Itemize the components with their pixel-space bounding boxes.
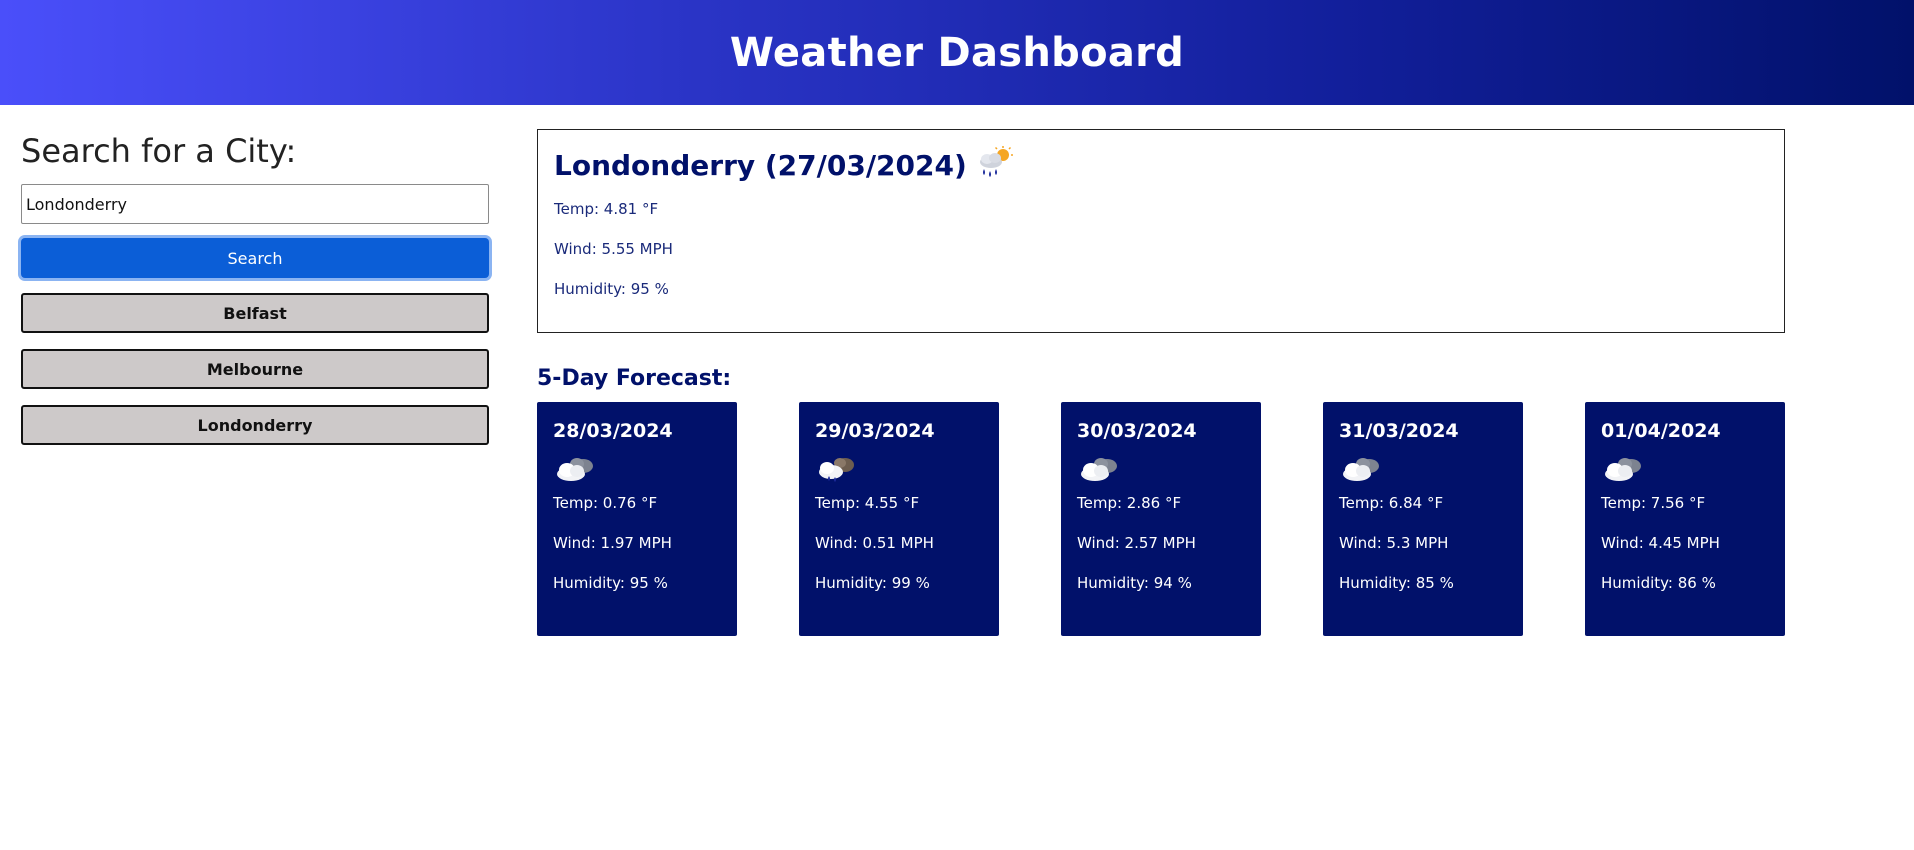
cloudy-icon [1601, 454, 1769, 488]
forecast-card: 01/04/2024 Temp: 7.56 °F Wind: 4.45 MPH … [1585, 402, 1785, 636]
forecast-wind: Wind: 2.57 MPH [1077, 534, 1196, 552]
current-temp: Temp: 4.81 °F [554, 200, 659, 218]
forecast-date: 29/03/2024 [815, 420, 935, 442]
forecast-humidity: Humidity: 99 % [815, 574, 930, 592]
forecast-date: 01/04/2024 [1601, 420, 1721, 442]
forecast-temp: Temp: 2.86 °F [1077, 494, 1182, 512]
forecast-wind: Wind: 5.3 MPH [1339, 534, 1449, 552]
search-history-list: Belfast Melbourne Londonderry [21, 293, 489, 445]
forecast-temp: Temp: 6.84 °F [1339, 494, 1444, 512]
page-title: Weather Dashboard [729, 29, 1185, 76]
forecast-humidity: Humidity: 95 % [553, 574, 668, 592]
cloudy-icon [1077, 454, 1245, 488]
history-button-melbourne[interactable]: Melbourne [21, 349, 489, 389]
history-button-belfast[interactable]: Belfast [21, 293, 489, 333]
cloudy-icon [553, 454, 721, 488]
forecast-date: 28/03/2024 [553, 420, 673, 442]
city-search-input[interactable] [21, 184, 489, 224]
forecast-card: 29/03/2024 Temp: 4.55 °F Wind: 0.51 MPH … [799, 402, 999, 636]
search-button[interactable]: Search [21, 238, 489, 278]
forecast-wind: Wind: 0.51 MPH [815, 534, 934, 552]
forecast-temp: Temp: 7.56 °F [1601, 494, 1706, 512]
search-heading: Search for a City: [21, 132, 297, 170]
current-weather-header: Londonderry (27/03/2024) [554, 145, 1768, 186]
forecast-list: 28/03/2024 Temp: 0.76 °F Wind: 1.97 MPH … [537, 402, 1785, 636]
forecast-card: 28/03/2024 Temp: 0.76 °F Wind: 1.97 MPH … [537, 402, 737, 636]
current-weather-panel: Londonderry (27/03/2024) Temp: 4.81 °F W… [537, 129, 1785, 333]
cloudy-icon [1339, 454, 1507, 488]
rain-cloud-icon [815, 454, 983, 488]
forecast-humidity: Humidity: 86 % [1601, 574, 1716, 592]
forecast-card: 31/03/2024 Temp: 6.84 °F Wind: 5.3 MPH H… [1323, 402, 1523, 636]
sidebar: Search for a City: Search Belfast Melbou… [21, 130, 489, 461]
current-humidity: Humidity: 95 % [554, 280, 669, 298]
forecast-date: 30/03/2024 [1077, 420, 1197, 442]
forecast-temp: Temp: 4.55 °F [815, 494, 920, 512]
rain-sun-cloud-icon [975, 145, 1015, 186]
forecast-wind: Wind: 1.97 MPH [553, 534, 672, 552]
forecast-humidity: Humidity: 85 % [1339, 574, 1454, 592]
forecast-date: 31/03/2024 [1339, 420, 1459, 442]
forecast-heading: 5-Day Forecast: [537, 366, 732, 391]
current-wind: Wind: 5.55 MPH [554, 240, 673, 258]
forecast-card: 30/03/2024 Temp: 2.86 °F Wind: 2.57 MPH … [1061, 402, 1261, 636]
forecast-wind: Wind: 4.45 MPH [1601, 534, 1720, 552]
current-city-date: Londonderry (27/03/2024) [554, 148, 967, 182]
page-header: Weather Dashboard [0, 0, 1914, 105]
history-button-londonderry[interactable]: Londonderry [21, 405, 489, 445]
forecast-temp: Temp: 0.76 °F [553, 494, 658, 512]
forecast-humidity: Humidity: 94 % [1077, 574, 1192, 592]
